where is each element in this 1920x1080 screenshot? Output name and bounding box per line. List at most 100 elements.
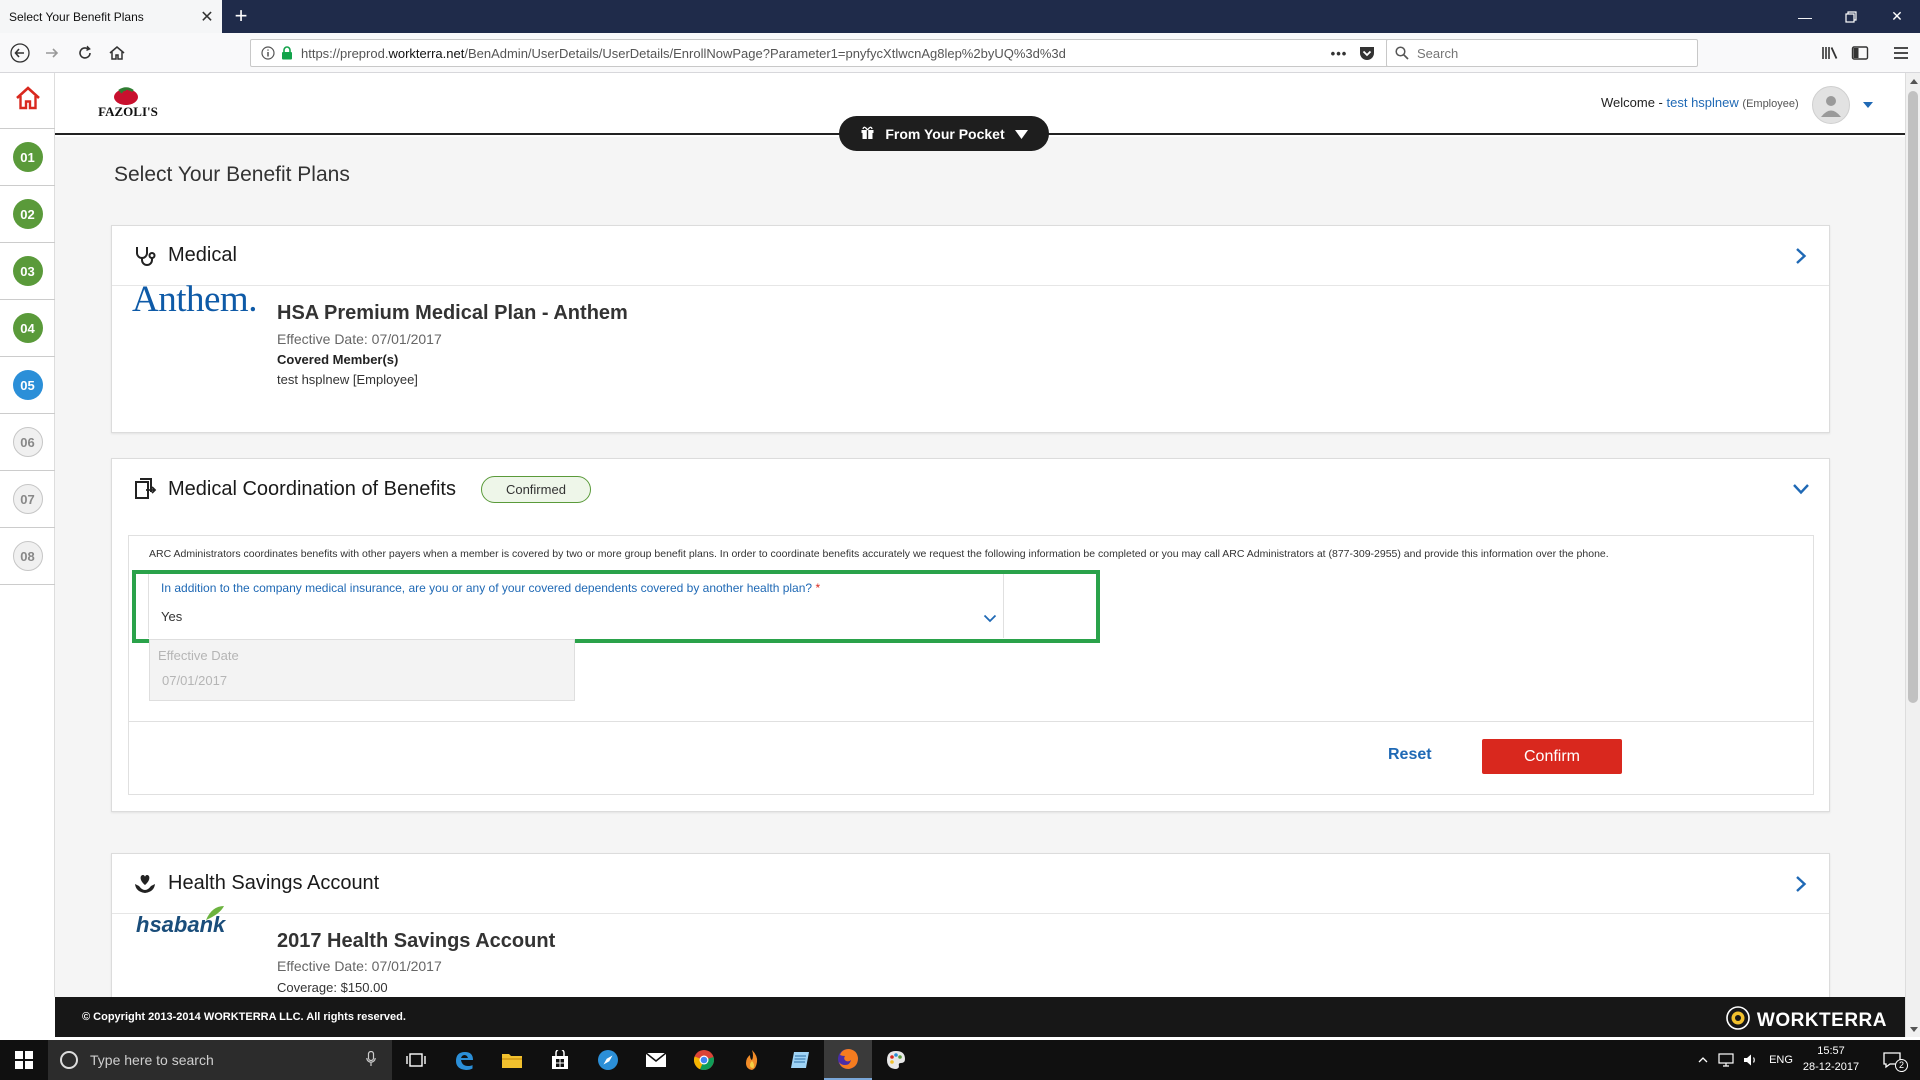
address-bar[interactable]: https://preprod.workterra.net/BenAdmin/U… — [250, 39, 1410, 67]
avatar[interactable] — [1812, 86, 1850, 124]
browser-search-box[interactable] — [1386, 39, 1698, 67]
mail-icon[interactable] — [632, 1040, 680, 1080]
enrollment-steps-sidebar: 01 02 03 04 05 06 07 08 — [0, 73, 55, 997]
action-center-icon[interactable]: 2 — [1872, 1040, 1912, 1080]
taskbar-search-placeholder: Type here to search — [90, 1052, 214, 1068]
paint-icon[interactable] — [872, 1040, 920, 1080]
medical-title: Medical — [168, 244, 237, 266]
step-05[interactable]: 05 — [0, 357, 55, 414]
clock-date: 28-12-2017 — [1802, 1061, 1860, 1073]
store-icon[interactable] — [536, 1040, 584, 1080]
confirm-button[interactable]: Confirm — [1482, 739, 1622, 774]
page-scrollbar[interactable] — [1905, 73, 1920, 1037]
hsa-coverage: Coverage: $150.00 — [277, 980, 388, 995]
browser-toolbar: https://preprod.workterra.net/BenAdmin/U… — [0, 33, 1920, 73]
divider — [129, 721, 1813, 722]
minimize-window-icon[interactable]: — — [1782, 0, 1828, 33]
step-06[interactable]: 06 — [0, 414, 55, 471]
step-number: 06 — [12, 427, 43, 457]
back-arrow-icon[interactable] — [6, 39, 34, 67]
reload-icon[interactable] — [71, 39, 99, 67]
task-view-icon[interactable] — [392, 1040, 440, 1080]
fazolis-logo-text: FAZOLI'S — [98, 104, 158, 119]
scroll-down-icon[interactable] — [1906, 1023, 1920, 1035]
step-04[interactable]: 04 — [0, 300, 55, 357]
chrome-icon[interactable] — [680, 1040, 728, 1080]
url-text[interactable]: https://preprod.workterra.net/BenAdmin/U… — [301, 46, 1325, 61]
covered-members-label: Covered Member(s) — [277, 352, 399, 367]
page-actions-icon[interactable]: ••• — [1325, 42, 1353, 64]
main-content: Select Your Benefit Plans Medical Anthem… — [55, 137, 1905, 997]
step-number: 03 — [12, 256, 43, 286]
step-number: 05 — [12, 370, 43, 400]
hsa-card-header[interactable]: Health Savings Account — [112, 854, 1829, 914]
show-hidden-icons-chevron-up-icon[interactable] — [1692, 1040, 1714, 1080]
document-transfer-icon — [130, 474, 160, 504]
hsa-title: Health Savings Account — [168, 872, 380, 894]
fazolis-logo[interactable]: FAZOLI'S — [93, 87, 163, 121]
chevron-right-icon[interactable] — [1789, 244, 1813, 268]
microphone-icon[interactable] — [366, 1050, 376, 1070]
step-02[interactable]: 02 — [0, 186, 55, 243]
from-your-pocket-button[interactable]: From Your Pocket — [839, 116, 1049, 151]
page-footer: © Copyright 2013-2014 WORKTERRA LLC. All… — [55, 997, 1905, 1037]
volume-icon[interactable] — [1740, 1040, 1762, 1080]
home-icon[interactable] — [103, 39, 131, 67]
reset-button[interactable]: Reset — [1388, 746, 1432, 764]
firefox-icon[interactable] — [824, 1040, 872, 1080]
step-number: 01 — [12, 142, 43, 172]
windows-start-icon[interactable] — [0, 1040, 48, 1080]
step-number: 07 — [12, 484, 43, 514]
stethoscope-icon — [130, 241, 160, 271]
new-tab-icon[interactable]: + — [228, 3, 254, 29]
step-07[interactable]: 07 — [0, 471, 55, 528]
cob-title: Medical Coordination of Benefits — [168, 477, 456, 500]
browser-tab[interactable]: Select Your Benefit Plans ✕ — [0, 0, 222, 33]
close-window-icon[interactable]: ✕ — [1874, 0, 1920, 33]
step-03[interactable]: 03 — [0, 243, 55, 300]
step-number: 08 — [12, 541, 43, 571]
edge-browser-icon[interactable] — [440, 1040, 488, 1080]
medical-cob-card: Medical Coordination of Benefits Confirm… — [111, 458, 1830, 812]
effective-date-label: Effective Date — [158, 648, 239, 663]
notepad-icon[interactable] — [776, 1040, 824, 1080]
step-01[interactable]: 01 — [0, 129, 55, 186]
sidebar-toggle-icon[interactable] — [1846, 39, 1874, 67]
file-explorer-icon[interactable] — [488, 1040, 536, 1080]
hamburger-menu-icon[interactable] — [1887, 39, 1915, 67]
network-icon[interactable] — [1714, 1040, 1738, 1080]
language-indicator[interactable]: ENG — [1766, 1040, 1796, 1080]
chevron-right-icon[interactable] — [1789, 872, 1813, 896]
user-name-link[interactable]: test hsplnew — [1667, 95, 1739, 110]
medical-card-header[interactable]: Medical — [112, 226, 1829, 286]
chevron-down-icon[interactable] — [1861, 100, 1875, 110]
taskbar-clock[interactable]: 15:57 28-12-2017 — [1800, 1043, 1862, 1075]
url-path: /BenAdmin/UserDetails/UserDetails/Enroll… — [464, 45, 1066, 61]
home-nav-item[interactable] — [0, 73, 55, 129]
safari-compass-icon[interactable] — [584, 1040, 632, 1080]
cortana-icon — [60, 1051, 78, 1069]
close-tab-icon[interactable]: ✕ — [192, 7, 222, 27]
cob-card-header[interactable]: Medical Coordination of Benefits Confirm… — [112, 459, 1829, 519]
flame-app-icon[interactable] — [728, 1040, 776, 1080]
url-prefix: https://preprod. — [301, 45, 389, 61]
site-info-icon[interactable] — [257, 43, 279, 63]
forward-arrow-icon[interactable] — [38, 39, 66, 67]
step-08[interactable]: 08 — [0, 528, 55, 585]
cob-form: ARC Administrators coordinates benefits … — [128, 535, 1814, 795]
url-domain: workterra.net — [388, 45, 465, 61]
library-icon[interactable] — [1816, 39, 1844, 67]
anthem-logo: Anthem. — [132, 279, 257, 320]
scrollbar-thumb[interactable] — [1908, 91, 1918, 703]
restore-window-icon[interactable] — [1828, 0, 1874, 33]
pocket-save-icon[interactable] — [1353, 42, 1381, 64]
windows-taskbar: Type here to search ENG 15:57 28-12-2017… — [0, 1040, 1920, 1080]
taskbar-search-box[interactable]: Type here to search — [48, 1040, 392, 1080]
chevron-down-icon[interactable] — [1789, 477, 1813, 501]
copyright-text: © Copyright 2013-2014 WORKTERRA LLC. All… — [82, 1011, 406, 1023]
scroll-up-icon[interactable] — [1906, 75, 1920, 87]
hsa-plan-name: 2017 Health Savings Account — [277, 930, 556, 952]
browser-search-input[interactable] — [1417, 41, 1697, 65]
hsa-card: Health Savings Account hsabank 2017 Heal… — [111, 853, 1830, 997]
lock-icon — [279, 43, 295, 63]
